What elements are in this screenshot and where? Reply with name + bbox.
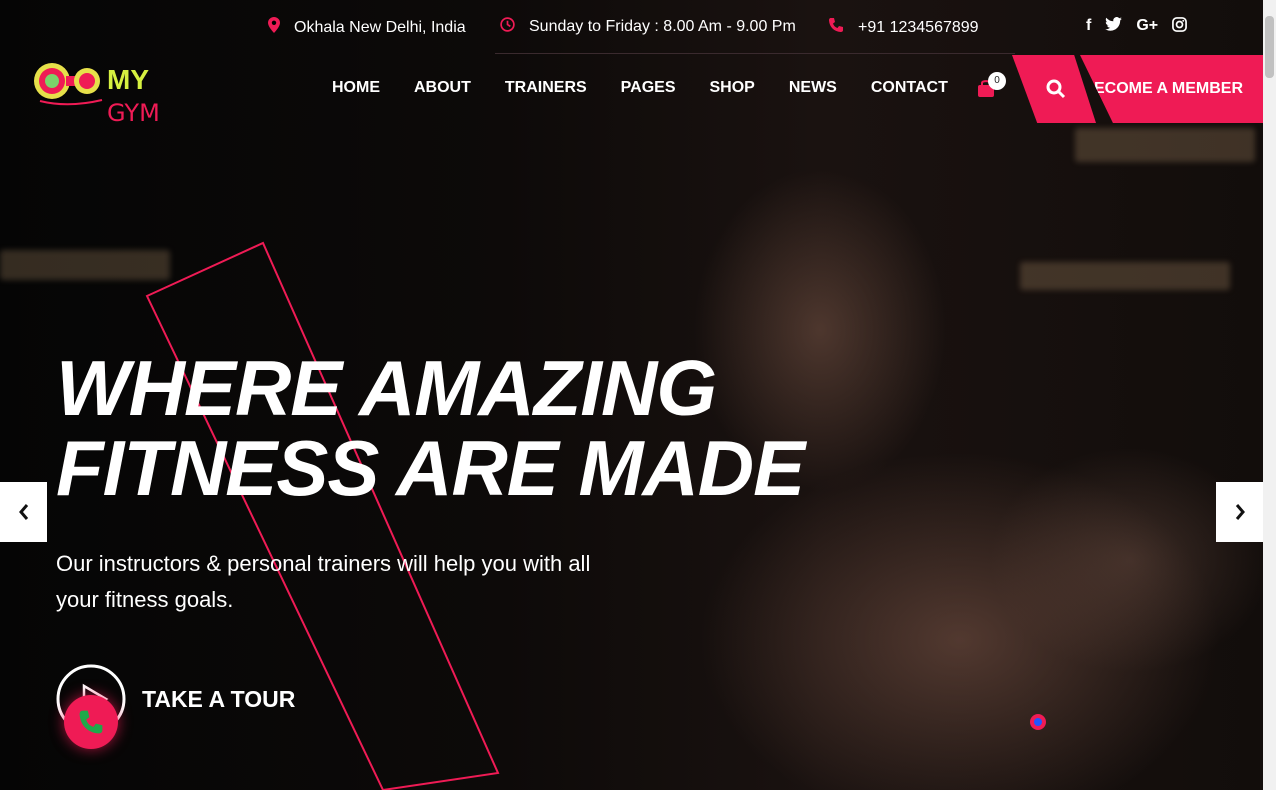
phone-icon <box>79 710 103 734</box>
logo-my: MY <box>107 64 149 95</box>
search-icon <box>1046 79 1066 99</box>
hours-text: Sunday to Friday : 8.00 Am - 9.00 Pm <box>529 18 796 35</box>
nav-news[interactable]: NEWS <box>789 79 837 97</box>
logo-text: MY GYM <box>107 64 192 128</box>
chevron-left-icon <box>18 504 28 520</box>
instagram-icon[interactable] <box>1172 17 1188 37</box>
hours-info: Sunday to Friday : 8.00 Am - 9.00 Pm <box>500 17 796 37</box>
scrollbar[interactable] <box>1263 0 1276 790</box>
take-a-tour-label: TAKE A TOUR <box>142 685 296 712</box>
scrollbar-thumb[interactable] <box>1265 16 1274 78</box>
slider-next-button[interactable] <box>1216 482 1263 542</box>
headline-line-1: WHERE AMAZING <box>56 344 717 432</box>
logo-gym: GYM <box>107 99 160 127</box>
slider-prev-button[interactable] <box>0 482 47 542</box>
hero-headline: WHERE AMAZING FITNESS ARE MADE <box>56 348 805 508</box>
clock-icon <box>500 17 515 37</box>
site-logo[interactable]: MY GYM <box>32 56 192 127</box>
twitter-icon[interactable] <box>1105 17 1123 37</box>
topbar-divider <box>495 53 1015 54</box>
main-nav: HOME ABOUT TRAINERS PAGES SHOP NEWS CONT… <box>332 79 948 97</box>
headline-line-2: FITNESS ARE MADE <box>56 424 805 512</box>
chevron-right-icon <box>1235 504 1245 520</box>
hero-subtext: Our instructors & personal trainers will… <box>56 551 591 612</box>
social-links: f G+ <box>1086 17 1188 37</box>
cart-count-badge: 0 <box>988 72 1006 90</box>
become-member-label: BECOME A MEMBER <box>1082 80 1243 97</box>
nav-trainers[interactable]: TRAINERS <box>505 79 587 97</box>
phone-info[interactable]: +91 1234567899 <box>828 17 979 38</box>
logo-mark-icon <box>34 63 103 106</box>
phone-icon <box>828 17 844 38</box>
google-plus-icon[interactable]: G+ <box>1136 17 1158 37</box>
facebook-icon[interactable]: f <box>1086 17 1091 37</box>
nav-about[interactable]: ABOUT <box>414 79 471 97</box>
top-info-bar: Okhala New Delhi, India Sunday to Friday… <box>0 0 1263 54</box>
location-text: Okhala New Delhi, India <box>294 18 466 36</box>
nav-shop[interactable]: SHOP <box>710 79 755 97</box>
floating-call-button[interactable] <box>64 695 118 749</box>
nav-pages[interactable]: PAGES <box>621 79 676 97</box>
nav-contact[interactable]: CONTACT <box>871 79 948 97</box>
location-info: Okhala New Delhi, India <box>268 17 466 38</box>
cursor-dot-icon <box>1030 714 1046 730</box>
phone-text: +91 1234567899 <box>858 18 979 36</box>
map-pin-icon <box>268 17 280 38</box>
nav-home[interactable]: HOME <box>332 79 380 97</box>
